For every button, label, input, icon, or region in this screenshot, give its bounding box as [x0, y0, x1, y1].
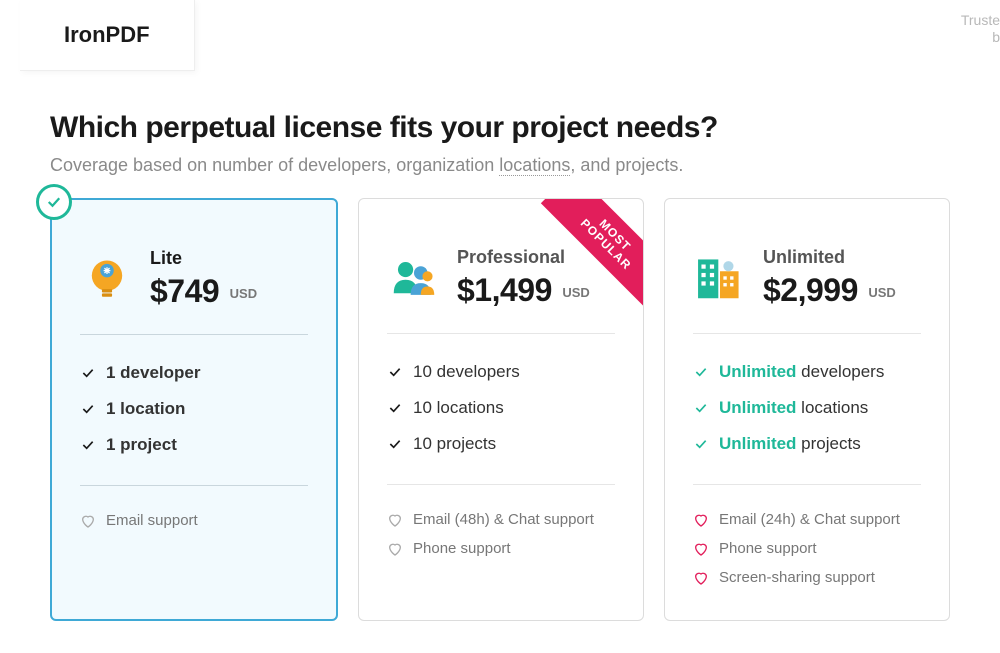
feature-text: 1 project [106, 435, 177, 455]
subtitle-pre: Coverage based on number of developers, … [50, 155, 499, 175]
divider [387, 484, 615, 485]
trusted-snippet: Truste b [961, 12, 1000, 46]
support-text: Screen-sharing support [719, 569, 875, 586]
tier-price: $2,999 [763, 272, 858, 309]
support-text: Email support [106, 512, 198, 529]
check-icon [80, 437, 96, 453]
feature-text: 1 developer [106, 363, 201, 383]
feature-text: 10 locations [413, 398, 504, 418]
product-tab[interactable]: IronPDF [20, 0, 195, 71]
support-list: Email (24h) & Chat support Phone support… [693, 505, 921, 592]
feature-item: 1 location [80, 391, 308, 427]
check-icon [387, 364, 403, 380]
heart-icon [693, 512, 709, 528]
page-title: Which perpetual license fits your projec… [50, 111, 950, 145]
tier-price: $1,499 [457, 272, 552, 309]
support-list: Email (48h) & Chat support Phone support [387, 505, 615, 563]
feature-item: 1 project [80, 427, 308, 463]
check-icon [387, 436, 403, 452]
check-icon [80, 401, 96, 417]
subtitle-post: , and projects. [570, 155, 683, 175]
heart-icon [387, 512, 403, 528]
heart-icon [693, 541, 709, 557]
feature-item: 1 developer [80, 355, 308, 391]
feature-item: Unlimited locations [693, 390, 921, 426]
divider [80, 334, 308, 335]
support-text: Phone support [719, 540, 817, 557]
pricing-card-lite[interactable]: Lite $749 USD 1 developer 1 location 1 p… [50, 198, 338, 621]
feature-item: 10 locations [387, 390, 615, 426]
heart-icon [80, 513, 96, 529]
support-item: Email support [80, 506, 308, 535]
divider [80, 485, 308, 486]
heart-icon [693, 570, 709, 586]
currency-label: USD [230, 286, 257, 301]
feature-text: Unlimited projects [719, 434, 861, 454]
feature-list: 10 developers 10 locations 10 projects [387, 354, 615, 462]
feature-item: Unlimited projects [693, 426, 921, 462]
tier-name: Unlimited [763, 247, 896, 268]
support-item: Email (24h) & Chat support [693, 505, 921, 534]
pricing-card-unlimited[interactable]: Unlimited $2,999 USD Unlimited developer… [664, 198, 950, 621]
trusted-line-2: b [992, 29, 1000, 45]
people-icon [387, 251, 441, 305]
feature-list: Unlimited developers Unlimited locations… [693, 354, 921, 462]
check-icon [693, 400, 709, 416]
support-text: Phone support [413, 540, 511, 557]
feature-text: Unlimited locations [719, 398, 868, 418]
feature-text: Unlimited developers [719, 362, 884, 382]
lightbulb-icon [80, 252, 134, 306]
check-icon [693, 436, 709, 452]
pricing-cards: Lite $749 USD 1 developer 1 location 1 p… [50, 198, 950, 621]
support-text: Email (48h) & Chat support [413, 511, 594, 528]
check-icon [387, 400, 403, 416]
page-subtitle: Coverage based on number of developers, … [50, 155, 950, 176]
selected-check-icon [36, 184, 72, 220]
divider [387, 333, 615, 334]
trusted-line-1: Truste [961, 12, 1000, 28]
buildings-icon [693, 251, 747, 305]
feature-text: 10 projects [413, 434, 496, 454]
feature-list: 1 developer 1 location 1 project [80, 355, 308, 463]
currency-label: USD [562, 285, 589, 300]
tier-price: $749 [150, 273, 219, 310]
heart-icon [387, 541, 403, 557]
support-text: Email (24h) & Chat support [719, 511, 900, 528]
support-item: Screen-sharing support [693, 563, 921, 592]
check-icon [80, 365, 96, 381]
feature-item: 10 projects [387, 426, 615, 462]
pricing-card-professional[interactable]: MOSTPOPULAR Professional $1,499 [358, 198, 644, 621]
currency-label: USD [868, 285, 895, 300]
support-item: Phone support [693, 534, 921, 563]
check-icon [693, 364, 709, 380]
support-list: Email support [80, 506, 308, 535]
support-item: Email (48h) & Chat support [387, 505, 615, 534]
feature-text: 1 location [106, 399, 185, 419]
feature-text: 10 developers [413, 362, 520, 382]
tier-name: Lite [150, 248, 257, 269]
divider [693, 484, 921, 485]
support-item: Phone support [387, 534, 615, 563]
tier-name: Professional [457, 247, 590, 268]
feature-item: Unlimited developers [693, 354, 921, 390]
locations-tooltip-term[interactable]: locations [499, 155, 570, 176]
feature-item: 10 developers [387, 354, 615, 390]
divider [693, 333, 921, 334]
